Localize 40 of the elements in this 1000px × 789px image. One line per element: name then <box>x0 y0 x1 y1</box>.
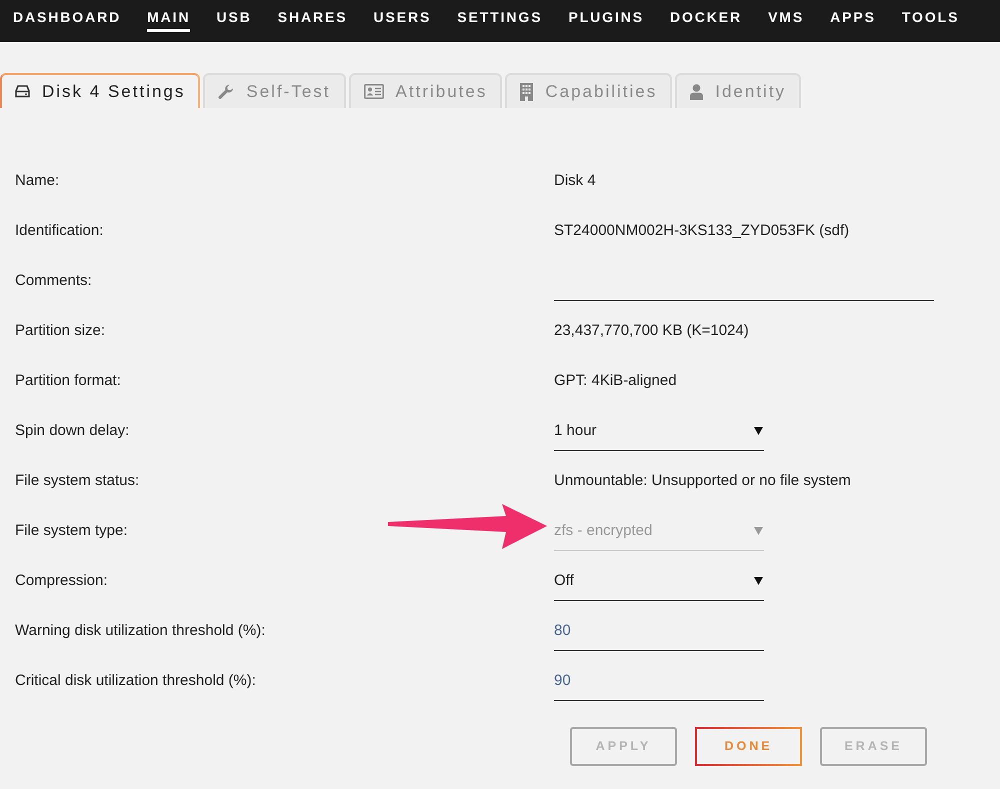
caret-icon <box>754 527 763 535</box>
field-label: File system type: <box>14 521 129 541</box>
field-label: Compression: <box>14 571 109 591</box>
id-card-icon <box>364 84 384 99</box>
nav-link[interactable]: SETTINGS <box>457 9 542 32</box>
field-value: 23,437,770,700 KB (K=1024) <box>554 321 749 341</box>
dropdown[interactable]: Off <box>554 571 764 601</box>
caret-icon <box>754 577 763 585</box>
drive-icon <box>15 85 30 98</box>
wrench-icon <box>218 84 234 100</box>
nav-link[interactable]: APPS <box>830 9 876 32</box>
nav-link[interactable]: PLUGINS <box>568 9 644 32</box>
nav-link[interactable]: TOOLS <box>902 9 960 32</box>
field-value: GPT: 4KiB-aligned <box>554 371 677 391</box>
field-label: Partition size: <box>14 321 106 341</box>
nav-link[interactable]: DASHBOARD <box>13 9 122 32</box>
caret-icon <box>754 427 763 435</box>
dropdown[interactable]: 1 hour <box>554 421 764 451</box>
number-field[interactable]: 90 <box>554 671 764 701</box>
field-label: Identification: <box>14 221 104 241</box>
field-label: Spin down delay: <box>14 421 130 441</box>
tab[interactable]: Disk 4 Settings <box>0 73 200 108</box>
nav-link[interactable]: DOCKER <box>670 9 742 32</box>
building-icon <box>520 82 534 100</box>
number-field[interactable]: 80 <box>554 621 764 651</box>
nav-link[interactable]: SHARES <box>278 9 348 32</box>
nav-link[interactable]: MAIN <box>147 9 190 32</box>
nav-link[interactable]: VMS <box>768 9 804 32</box>
field-value: Unmountable: Unsupported or no file system <box>554 471 851 491</box>
field-value: Disk 4 <box>554 171 596 191</box>
field-label: Comments: <box>14 271 93 291</box>
field-label: Name: <box>14 171 60 191</box>
field-label: File system status: <box>14 471 140 491</box>
field-label: Critical disk utilization threshold (%): <box>14 671 257 691</box>
user-icon <box>690 84 704 100</box>
field-label: Partition format: <box>14 371 122 391</box>
field-label: Warning disk utilization threshold (%): <box>14 621 266 641</box>
nav-link[interactable]: USERS <box>374 9 432 32</box>
nav-link[interactable]: USB <box>216 9 252 32</box>
field-value: ST24000NM002H-3KS133_ZYD053FK (sdf) <box>554 221 850 241</box>
